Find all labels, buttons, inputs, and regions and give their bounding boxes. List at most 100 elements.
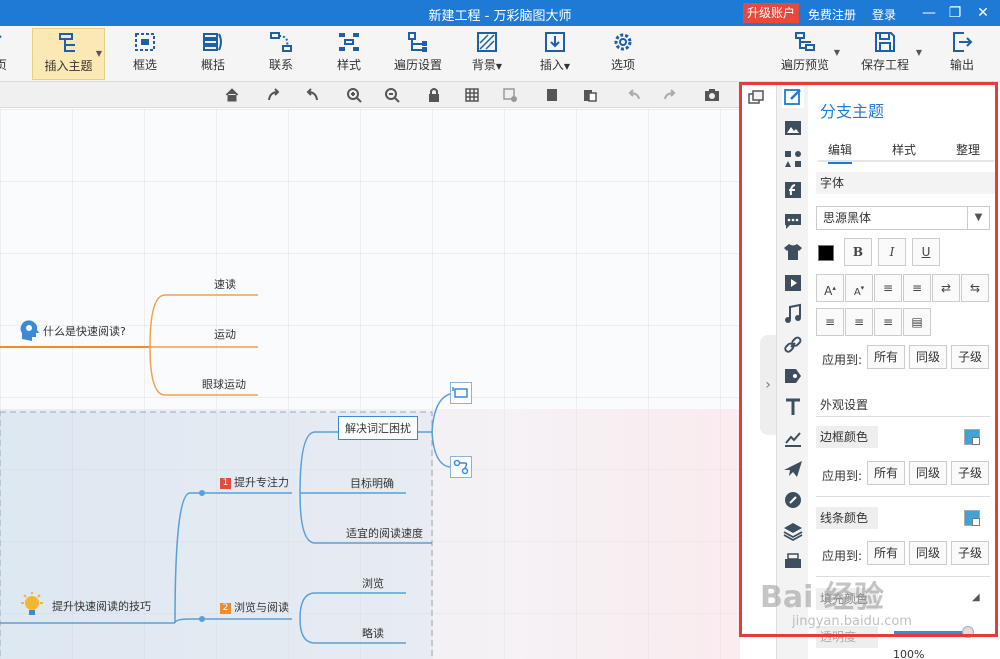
increase-spacing-icon[interactable]: ⇄ [932,274,960,302]
tab-arrange[interactable]: 整理 [956,141,980,158]
branch-browse-and-read[interactable]: 2 浏览与阅读 [220,599,289,615]
paste-icon[interactable] [582,87,598,103]
edit-properties-icon[interactable] [782,86,804,108]
collapse-panel-handle[interactable]: › [760,335,776,435]
opacity-slider-track[interactable] [894,631,972,635]
bullet-list-icon[interactable]: ≡ [874,274,902,302]
layers-icon[interactable] [782,520,804,542]
print-icon[interactable] [782,551,804,573]
border-apply-all-button[interactable]: 所有 [867,461,906,485]
restore-icon[interactable]: ❐ [944,3,966,23]
flash-icon[interactable] [782,179,804,201]
font-size-decrease-icon[interactable]: A▾ [845,274,873,302]
undo-icon[interactable] [626,87,642,103]
text-icon[interactable] [782,396,804,418]
line-apply-siblings-button[interactable]: 同级 [909,541,948,565]
ribbon-home-button[interactable]: 页 [0,28,10,80]
rocket-icon[interactable] [782,489,804,511]
image-icon[interactable] [782,117,804,139]
ribbon-insert-label: 插入 [539,58,564,72]
ribbon-export-button[interactable]: 输出 [944,28,980,80]
font-color-picker[interactable] [816,239,844,267]
ribbon-traverse-settings-button[interactable]: 遍历设置 [390,28,446,80]
mindmap-canvas[interactable]: 什么是快速阅读? 速读 运动 眼球运动 提升快速阅读的技巧 1 提升专注力 解决词… [0,109,740,659]
ribbon-options-button[interactable]: 选项 [602,28,644,80]
fill-dropdown-icon[interactable]: ◢ [972,592,980,603]
link-icon[interactable] [782,334,804,356]
comment-icon[interactable] [782,210,804,232]
border-apply-children-button[interactable]: 子级 [951,461,990,485]
subtopic-clear-goal[interactable]: 目标明确 [350,475,394,491]
font-size-increase-icon[interactable]: A▴ [816,274,844,302]
ribbon-background-button[interactable]: 背景▼ [466,28,508,80]
zoom-out-icon[interactable] [384,87,400,103]
plane-icon[interactable] [782,458,804,480]
subtopic-speed-read[interactable]: 速读 [214,276,236,292]
border-apply-siblings-button[interactable]: 同级 [909,461,948,485]
line-apply-all-button[interactable]: 所有 [867,541,906,565]
ribbon-style-button[interactable]: 样式 [328,28,370,80]
subtopic-eye-movement[interactable]: 眼球运动 [202,376,246,392]
bold-button[interactable]: B [844,238,872,266]
shapes-icon[interactable] [782,148,804,170]
align-right-icon[interactable]: ≡ [874,308,902,336]
subtopic-proper-speed[interactable]: 适宜的阅读速度 [346,525,423,541]
copy-icon[interactable] [544,87,560,103]
register-link[interactable]: 免费注册 [808,6,856,23]
lock-icon[interactable] [426,87,442,103]
chart-icon[interactable] [782,427,804,449]
subtopic-skim[interactable]: 略读 [362,625,384,641]
priority-2-badge: 2 [220,603,231,614]
floating-topic-icon[interactable] [450,382,472,404]
border-color-picker[interactable] [964,429,980,445]
login-link[interactable]: 登录 [872,6,896,23]
align-center-icon[interactable]: ≡ [845,308,873,336]
underline-button[interactable]: U [912,238,940,266]
tag-icon[interactable] [782,365,804,387]
topic-what-is-speed-reading[interactable]: 什么是快速阅读? [43,323,126,339]
close-icon[interactable]: ✕ [972,3,994,23]
topic-speed-reading-skills[interactable]: 提升快速阅读的技巧 [52,598,151,614]
numbered-list-icon[interactable]: ≡ [903,274,931,302]
subtopic-vocabulary-selected[interactable]: 解决词汇困扰 [338,416,418,440]
subtopic-browse[interactable]: 浏览 [362,575,384,591]
branch-improve-focus[interactable]: 1 提升专注力 [220,474,289,490]
tab-style[interactable]: 样式 [892,141,916,158]
undo-layout-icon[interactable] [304,87,320,103]
ribbon-box-select-button[interactable]: 框选 [124,28,166,80]
relationship-add-icon[interactable] [450,456,472,478]
minimize-icon[interactable]: — [918,3,940,23]
ribbon-save-button[interactable]: 保存工程 ▼ [854,28,922,80]
grid-settings-icon[interactable] [502,87,518,103]
zoom-in-icon[interactable] [346,87,362,103]
align-justify-icon[interactable]: ▤ [903,308,931,336]
font-apply-siblings-button[interactable]: 同级 [909,345,948,369]
ribbon-relationship-button[interactable]: 联系 [260,28,302,80]
panel-toggle-icon[interactable] [745,87,767,109]
redo-icon[interactable] [662,87,678,103]
ribbon-insert-button[interactable]: 插入▼ [534,28,576,80]
opacity-slider-thumb[interactable] [962,626,974,638]
grid-icon[interactable] [464,87,480,103]
ribbon-traverse-preview-button[interactable]: 遍历预览 ▼ [776,28,840,80]
line-apply-children-button[interactable]: 子级 [951,541,990,565]
font-apply-all-button[interactable]: 所有 [867,345,906,369]
screenshot-camera-icon[interactable] [704,87,720,103]
music-icon[interactable] [782,303,804,325]
tab-edit[interactable]: 编辑 [828,141,853,164]
redo-layout-icon[interactable] [266,87,282,103]
subtopic-movement[interactable]: 运动 [214,326,236,342]
ribbon-summary-button[interactable]: 概括 [192,28,234,80]
decrease-spacing-icon[interactable]: ⇆ [961,274,989,302]
font-apply-children-button[interactable]: 子级 [951,345,990,369]
ribbon-box-select-label: 框选 [132,58,157,72]
home-view-icon[interactable] [224,87,240,103]
align-left-icon[interactable]: ≡ [816,308,844,336]
shirt-theme-icon[interactable] [782,241,804,263]
italic-button[interactable]: I [878,238,906,266]
ribbon-insert-topic-button[interactable]: 插入主题 ▼ [32,28,105,80]
line-color-picker[interactable] [964,510,980,526]
video-icon[interactable] [782,272,804,294]
font-family-select[interactable]: 思源黑体 ▼ [816,206,990,230]
upgrade-account-button[interactable]: 升级账户 [743,3,800,23]
